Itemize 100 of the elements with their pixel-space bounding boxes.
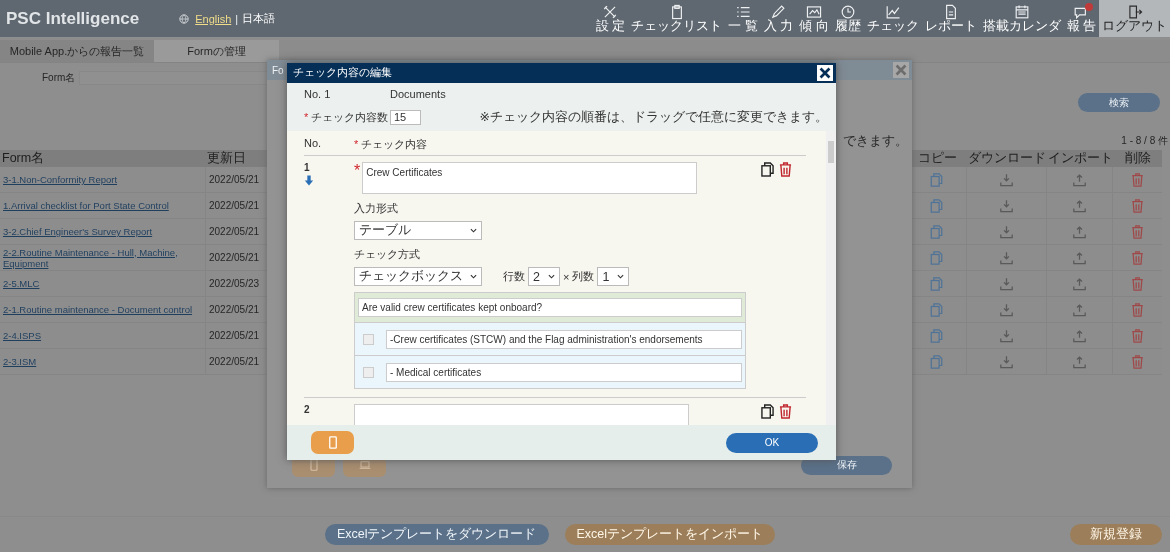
search-button[interactable]: 検索	[1078, 93, 1160, 112]
page-tab[interactable]: Formの管理	[154, 40, 279, 62]
nav-item[interactable]: 設 定	[592, 0, 629, 37]
upload-icon[interactable]	[1073, 250, 1086, 265]
nav-item[interactable]: 入 力	[760, 0, 797, 37]
form-link[interactable]: 1.Arrival checklist for Port State Control	[3, 200, 169, 211]
dialog-note: できます。	[843, 133, 908, 150]
language-link[interactable]: 日本語	[242, 11, 276, 26]
close-icon[interactable]	[817, 65, 833, 81]
caret-icon	[617, 274, 625, 279]
ok-button[interactable]: OK	[726, 432, 818, 453]
columns-select[interactable]: 1	[597, 267, 630, 286]
footer-button[interactable]: Excelテンプレートをインポート	[564, 524, 776, 545]
count-field[interactable]: 15	[390, 110, 421, 126]
upload-icon[interactable]	[1073, 276, 1086, 291]
copy-icon[interactable]	[761, 162, 774, 177]
updated-date: 2022/05/23	[209, 278, 260, 289]
rows-label: 行数	[503, 269, 525, 284]
checkbox[interactable]	[363, 367, 374, 378]
column-header: Form名	[1, 150, 46, 167]
input-format-label: 入力形式	[354, 201, 399, 216]
upload-icon[interactable]	[1073, 328, 1086, 343]
column-header: 更新日	[206, 150, 247, 167]
trash-icon[interactable]	[779, 404, 792, 419]
content-textarea[interactable]: Crew Certificates	[362, 162, 698, 194]
updated-date: 2022/05/21	[209, 174, 260, 185]
upload-icon[interactable]	[1073, 302, 1086, 317]
footer-button[interactable]: Excelテンプレートをダウンロード	[324, 524, 549, 545]
download-icon[interactable]	[1000, 224, 1013, 239]
caret-icon	[548, 274, 555, 279]
nav-item[interactable]: 傾 向	[796, 0, 832, 37]
copy-icon[interactable]	[761, 404, 774, 419]
trash-icon[interactable]	[779, 162, 792, 177]
form-name-label: Form名	[42, 71, 76, 85]
scrollbar[interactable]	[826, 131, 836, 425]
nav-item[interactable]: チェック	[863, 0, 922, 37]
caret-icon	[470, 228, 477, 233]
phone-icon	[307, 459, 320, 471]
option-field[interactable]: - Medical certificates	[386, 363, 742, 382]
question-field[interactable]: Are valid crew certificates kept onboard?	[358, 298, 742, 317]
nav-item[interactable]: 報 告	[1063, 0, 1099, 37]
count-label: チェック内容数	[311, 111, 389, 124]
check-method-label: チェック方式	[354, 247, 421, 262]
download-icon[interactable]	[1000, 198, 1013, 213]
form-link[interactable]: 2-3.ISM	[3, 356, 37, 367]
form-link[interactable]: 2-2.Routine Maintenance - Hull, Machine, Equipment	[3, 246, 205, 269]
dialog-title: Fo	[272, 64, 284, 76]
download-icon[interactable]	[1000, 354, 1013, 369]
dialog-title: チェック内容の編集	[293, 66, 392, 80]
upload-icon[interactable]	[1073, 198, 1086, 213]
nav-item[interactable]: 一 覧	[725, 0, 761, 37]
column-header: No.	[304, 137, 322, 149]
upload-icon[interactable]	[1073, 172, 1086, 187]
download-icon[interactable]	[1000, 250, 1013, 265]
nav-item[interactable]: チェックリスト	[628, 0, 726, 37]
app-title: PSC Intelligence	[6, 8, 140, 29]
form-link[interactable]: 3-1.Non-Conformity Report	[3, 174, 118, 185]
column-header: チェック内容	[361, 138, 428, 150]
checkbox[interactable]	[363, 334, 374, 345]
nav-item[interactable]: レポート	[921, 0, 980, 37]
input-format-select[interactable]: テーブル	[354, 221, 482, 240]
result-count: 1 - 8 / 8 件	[1121, 134, 1168, 148]
download-icon[interactable]	[1000, 172, 1013, 187]
footer-button[interactable]: 新規登録	[1070, 524, 1162, 545]
column-header: コピー	[916, 150, 958, 167]
order-note: ※チェック内容の順番は、ドラッグで任意に変更できます。	[479, 109, 828, 127]
updated-date: 2022/05/21	[209, 252, 260, 263]
required-mark: *	[354, 138, 359, 150]
upload-icon[interactable]	[1073, 224, 1086, 239]
item-number: 1	[304, 162, 311, 173]
column-header: 削除	[1124, 150, 1152, 167]
language-link[interactable]: English	[195, 12, 232, 25]
upload-icon[interactable]	[1073, 354, 1086, 369]
download-icon[interactable]	[1000, 328, 1013, 343]
form-link[interactable]: 2-4.ISPS	[3, 330, 42, 341]
updated-date: 2022/05/21	[209, 330, 260, 341]
nav-item[interactable]: ログアウト	[1099, 0, 1170, 37]
check-number: No. 1	[304, 87, 332, 100]
download-icon[interactable]	[1000, 276, 1013, 291]
nav-item[interactable]: 搭載カレンダ	[979, 0, 1064, 37]
updated-date: 2022/05/21	[209, 200, 260, 211]
globe-icon	[179, 13, 190, 24]
form-link[interactable]: 2-5.MLC	[3, 278, 40, 289]
mobile-view-button[interactable]	[311, 431, 354, 454]
option-field[interactable]: -Crew certificates (STCW) and the Flag administration's endorsements	[386, 330, 742, 349]
page-tab[interactable]: Mobile App.からの報告一覧	[0, 40, 154, 62]
clock-icon	[839, 4, 856, 20]
updated-date: 2022/05/21	[209, 226, 260, 237]
form-link[interactable]: 2-1.Routine maintenance - Document control	[3, 304, 193, 315]
rows-select[interactable]: 2	[528, 267, 560, 286]
calendar-icon	[1013, 4, 1030, 20]
check-method-select[interactable]: チェックボックス	[354, 267, 482, 286]
download-icon[interactable]	[1000, 302, 1013, 317]
form-link[interactable]: 3-2.Chief Engineer's Survey Report	[3, 226, 153, 237]
item-number: 2	[304, 404, 311, 415]
times-sign: ×	[563, 270, 570, 283]
caret-icon	[470, 274, 477, 279]
down-arrow-icon[interactable]	[304, 175, 314, 186]
column-header: ダウンロード	[967, 150, 1046, 167]
nav-item[interactable]: 履歴	[831, 0, 864, 37]
